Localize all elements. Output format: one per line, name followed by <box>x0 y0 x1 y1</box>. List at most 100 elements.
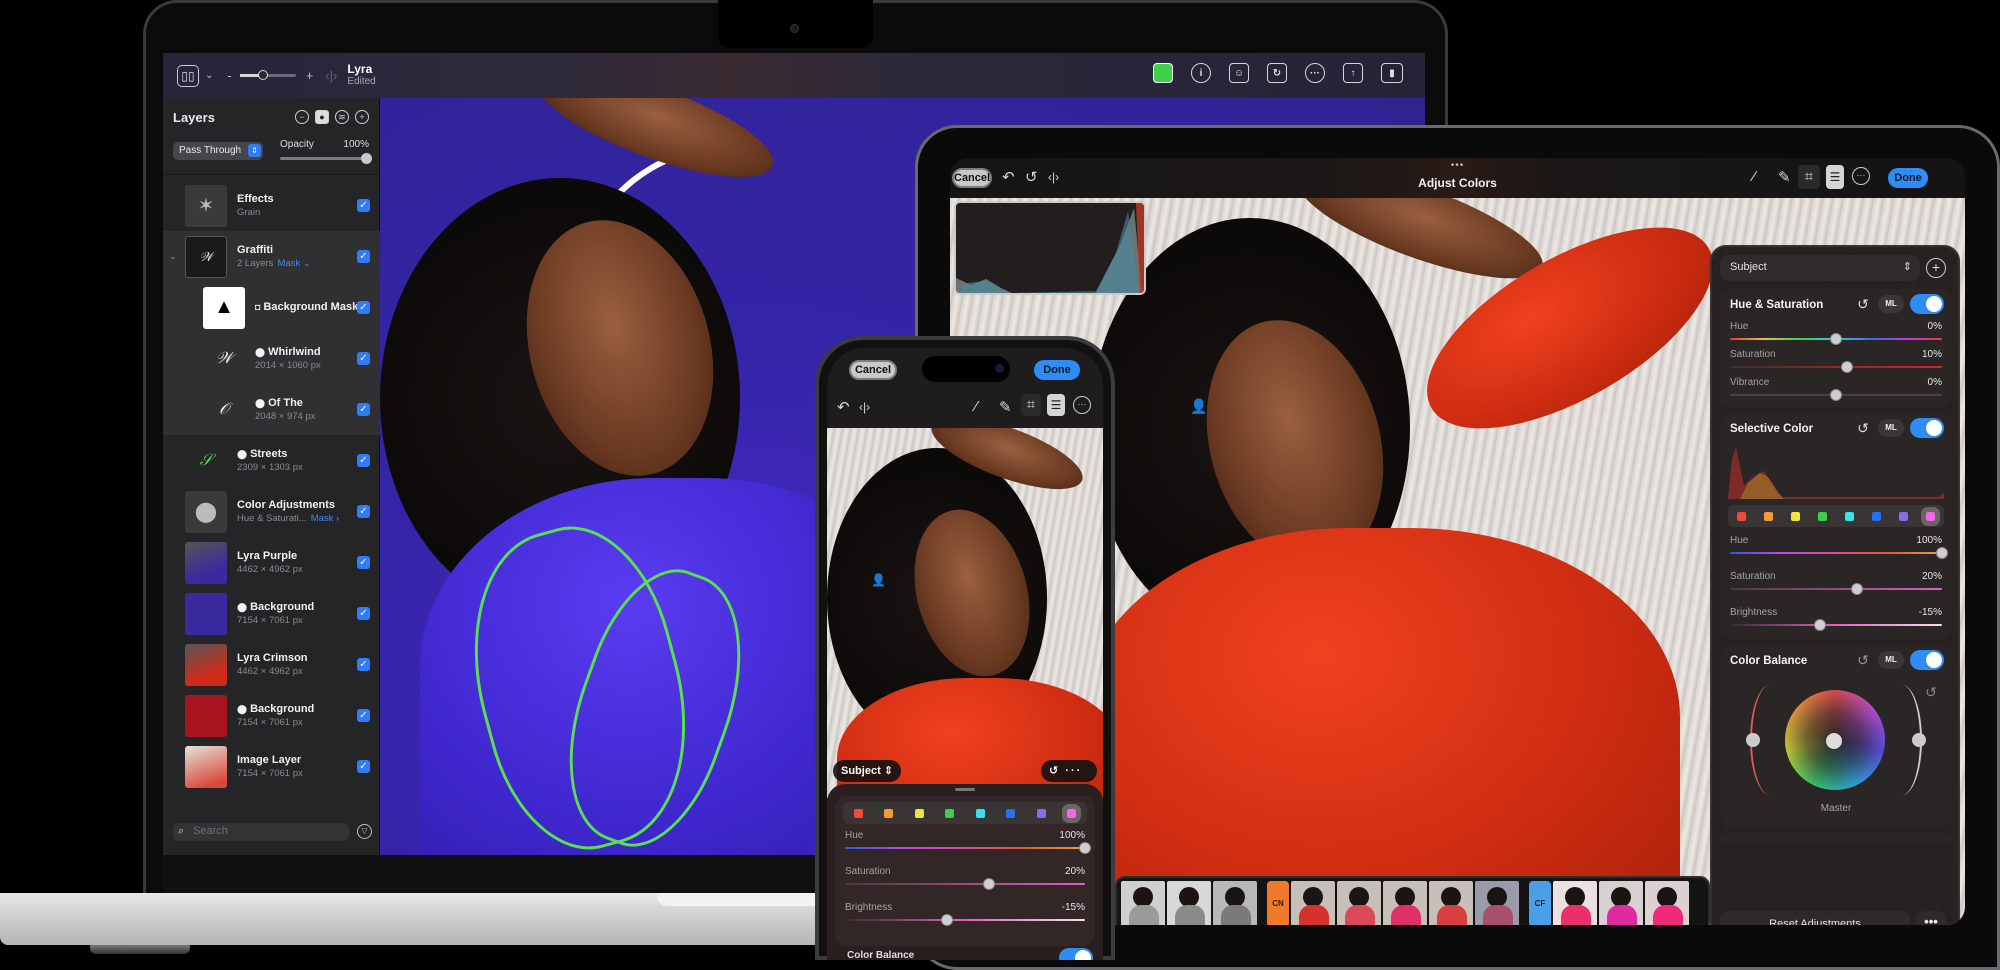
preset-thumbnail[interactable] <box>1121 881 1165 925</box>
crop-icon[interactable]: ⌗ <box>1798 165 1820 189</box>
ml-button[interactable]: ML <box>1878 295 1904 313</box>
iphone-photo-canvas[interactable]: 👤 <box>827 428 1103 798</box>
done-button[interactable]: Done <box>1034 360 1080 380</box>
layer-row-background-purple[interactable]: ⬤ Background 7154 × 7061 px ✓ <box>163 588 380 639</box>
layer-row-effects[interactable]: ✶ Effects Grain ✓ <box>163 180 380 231</box>
add-layer-icon[interactable]: + <box>355 110 369 124</box>
slider-track[interactable] <box>845 847 1085 849</box>
slider-knob[interactable] <box>1814 619 1827 631</box>
mask-icon[interactable]: ● <box>315 110 329 124</box>
wheel-reset-icon[interactable]: ↺ <box>1922 683 1940 701</box>
more-options-button[interactable]: ••• <box>1916 911 1946 925</box>
preset-thumbnail[interactable] <box>1553 881 1597 925</box>
slider-track[interactable] <box>845 919 1085 921</box>
color-swatch[interactable] <box>1921 506 1940 526</box>
info-icon[interactable]: i <box>1191 63 1211 83</box>
preset-filmstrip[interactable]: CN CF <box>1115 876 1710 925</box>
highlights-knob[interactable] <box>1912 733 1926 747</box>
ml-button[interactable]: ML <box>1878 419 1904 437</box>
preset-thumbnail[interactable] <box>1645 881 1689 925</box>
slider-track[interactable] <box>1730 624 1942 626</box>
layers-stack-icon[interactable]: ≋ <box>335 110 349 124</box>
color-swatch[interactable] <box>1791 511 1800 521</box>
layer-visibility-checkbox[interactable]: ✓ <box>357 505 370 518</box>
color-swatch[interactable] <box>1899 511 1908 521</box>
layer-row-color-adjustments[interactable]: ⬤ Color Adjustments Hue & Saturati... Mask… <box>163 486 380 537</box>
layer-row-whirlwind[interactable]: 𝒲 ⬤ Whirlwind 2014 × 1060 px ✓ <box>163 333 380 384</box>
opacity-slider[interactable] <box>280 153 372 164</box>
layer-row-background-red[interactable]: ⬤ Background 7154 × 7061 px ✓ <box>163 690 380 741</box>
reset-and-more-chip[interactable]: ↺ ··· <box>1041 760 1097 782</box>
layer-visibility-checkbox[interactable]: ✓ <box>357 556 370 569</box>
zoom-slider[interactable] <box>239 70 296 80</box>
mask-select[interactable]: Subject ⇕ <box>1720 255 1920 281</box>
more-icon[interactable]: ··· <box>1073 396 1091 414</box>
preset-thumbnail[interactable] <box>1291 881 1335 925</box>
slider-track[interactable] <box>1730 366 1942 368</box>
more-icon[interactable]: ··· <box>1852 167 1870 185</box>
zoom-in-button[interactable]: + <box>306 68 314 83</box>
opacity-slider-knob[interactable] <box>361 153 372 164</box>
color-swatch[interactable] <box>884 808 894 818</box>
layer-visibility-checkbox[interactable]: ✓ <box>357 301 370 314</box>
slider-knob[interactable] <box>1851 583 1864 595</box>
mask-select[interactable]: Subject ⇕ <box>833 760 902 782</box>
color-swatch[interactable] <box>1872 511 1881 521</box>
compare-icon[interactable]: ‹|› <box>325 68 337 83</box>
layer-row-streets[interactable]: 𝒮 ⬤ Streets 2309 × 1303 px ✓ <box>163 435 380 486</box>
preset-thumbnail[interactable] <box>1337 881 1381 925</box>
slider-knob[interactable] <box>1840 361 1853 373</box>
layer-row-lyra-purple[interactable]: Lyra Purple 4462 × 4962 px ✓ <box>163 537 380 588</box>
enable-toggle[interactable] <box>1910 418 1944 438</box>
reset-icon[interactable]: ↺ <box>1854 651 1872 669</box>
slider-knob[interactable] <box>983 878 995 890</box>
color-wheel-knob[interactable] <box>1826 733 1842 749</box>
reset-icon[interactable]: ↺ <box>1854 295 1872 313</box>
color-swatches-icon[interactable] <box>1153 63 1173 83</box>
slider-track[interactable] <box>845 883 1085 885</box>
layer-visibility-checkbox[interactable]: ✓ <box>357 760 370 773</box>
preset-group-tag[interactable]: CF <box>1529 881 1551 925</box>
layer-visibility-checkbox[interactable]: ✓ <box>357 250 370 263</box>
heal-bandage-icon[interactable]: ✎ <box>999 398 1012 416</box>
layer-visibility-checkbox[interactable]: ✓ <box>357 403 370 416</box>
magic-wand-icon[interactable]: ⁄ <box>975 398 978 415</box>
slider-knob[interactable] <box>1830 333 1842 345</box>
preset-thumbnail[interactable] <box>1475 881 1519 925</box>
person-mask-icon[interactable]: 👤 <box>871 573 886 587</box>
filter-icon[interactable]: ▽ <box>357 824 372 839</box>
heal-bandage-icon[interactable]: ✎ <box>1778 168 1791 186</box>
color-swatch[interactable] <box>1036 808 1046 818</box>
color-swatch[interactable] <box>1006 808 1016 818</box>
done-button[interactable]: Done <box>1888 168 1928 188</box>
slider-knob[interactable] <box>1830 389 1842 401</box>
slider-track[interactable] <box>1730 552 1942 554</box>
slider-knob[interactable] <box>1936 547 1948 559</box>
crop-icon[interactable]: ⌗ <box>1021 394 1041 416</box>
sheet-grabber[interactable] <box>955 788 975 791</box>
undo-icon[interactable]: ↶ <box>837 398 850 416</box>
adjustments-icon[interactable]: ☰ <box>1826 165 1844 189</box>
preset-thumbnail[interactable] <box>1429 881 1473 925</box>
add-mask-icon[interactable]: + <box>1926 258 1946 278</box>
enable-toggle[interactable] <box>1059 948 1093 960</box>
layer-row-background-mask[interactable]: ▲ ◘ Background Mask ✓ <box>163 282 380 333</box>
color-swatch[interactable] <box>914 808 924 818</box>
zoom-slider-knob[interactable] <box>257 70 268 80</box>
enable-toggle[interactable] <box>1910 294 1944 314</box>
adjustments-icon[interactable]: ☰ <box>1047 394 1065 416</box>
slider-track[interactable] <box>1730 588 1942 590</box>
remove-layer-icon[interactable]: − <box>295 110 309 124</box>
enable-toggle[interactable] <box>1910 650 1944 670</box>
more-icon[interactable]: ··· <box>1065 765 1082 777</box>
person-mask-icon[interactable]: 👤 <box>1190 398 1207 415</box>
color-swatch[interactable] <box>853 808 863 818</box>
sidebar-right-icon[interactable]: ▮ <box>1381 63 1403 83</box>
magic-wand-icon[interactable]: ⁄ <box>1753 168 1756 185</box>
preset-thumbnail[interactable] <box>1599 881 1643 925</box>
layer-visibility-checkbox[interactable]: ✓ <box>357 454 370 467</box>
preset-thumbnail[interactable] <box>1167 881 1211 925</box>
reset-icon[interactable]: ↺ <box>1049 765 1060 777</box>
color-swatch[interactable] <box>1845 511 1854 521</box>
layer-visibility-checkbox[interactable]: ✓ <box>357 352 370 365</box>
